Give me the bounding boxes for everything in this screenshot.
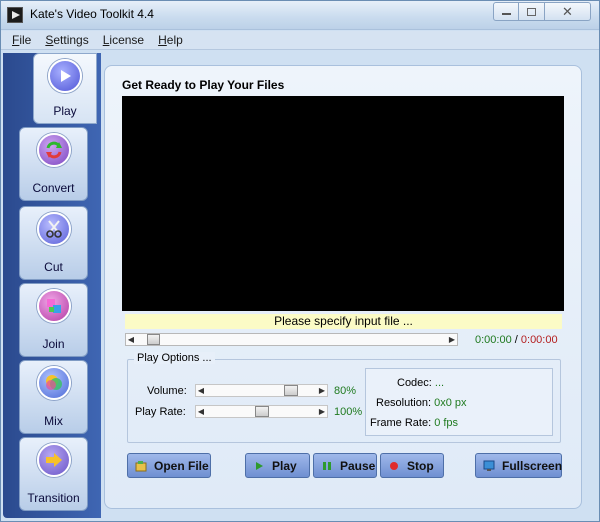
pause-button[interactable]: Pause <box>313 453 377 478</box>
framerate-info: Frame Rate: 0 fps <box>370 417 458 429</box>
time-current: 0:00:00 <box>475 334 512 346</box>
close-button[interactable]: ✕ <box>545 2 591 21</box>
rate-right-arrow-icon[interactable]: ▶ <box>317 406 327 417</box>
sidebar-item-label: Transition <box>27 491 80 505</box>
page-title: Get Ready to Play Your Files <box>122 78 285 92</box>
framerate-label: Frame Rate: <box>370 417 432 429</box>
menu-help-accel: H <box>158 33 167 47</box>
app-film-icon[interactable] <box>7 7 23 23</box>
play-rate-value: 100% <box>334 406 363 418</box>
time-separator: / <box>514 334 518 346</box>
volume-thumb[interactable] <box>284 385 298 396</box>
sidebar-item-cut[interactable]: Cut <box>19 206 88 280</box>
volume-left-arrow-icon[interactable]: ◀ <box>196 385 206 396</box>
volume-slider[interactable]: ◀ ▶ <box>195 384 328 397</box>
sidebar-item-label: Mix <box>44 414 63 428</box>
menu-license[interactable]: License <box>96 31 151 49</box>
stop-button[interactable]: Stop <box>380 453 444 478</box>
stop-button-label: Stop <box>407 458 434 473</box>
play-icon <box>48 59 82 93</box>
sidebar-item-transition[interactable]: Transition <box>19 437 88 511</box>
pause-icon <box>321 460 333 472</box>
join-icon <box>36 289 71 323</box>
codec-value: ... <box>434 377 445 389</box>
play-rate-slider[interactable]: ◀ ▶ <box>195 405 328 418</box>
sidebar-item-convert[interactable]: Convert <box>19 127 88 201</box>
rate-left-arrow-icon[interactable]: ◀ <box>196 406 206 417</box>
resolution-value: 0x0 px <box>434 397 467 409</box>
play-panel: Get Ready to Play Your Files Please spec… <box>104 65 582 509</box>
scissors-icon <box>36 212 71 246</box>
time-readout: 0:00:00 / 0:00:00 <box>475 334 558 346</box>
volume-right-arrow-icon[interactable]: ▶ <box>317 385 327 396</box>
close-icon: ✕ <box>562 3 573 19</box>
stop-icon <box>388 460 400 472</box>
sidebar-item-label: Play <box>53 104 77 118</box>
play-small-icon <box>253 460 265 472</box>
seek-bar[interactable]: ◀ ▶ <box>125 333 458 346</box>
maximize-button[interactable] <box>519 2 545 21</box>
play-button-label: Play <box>272 458 297 473</box>
sidebar-item-join[interactable]: Join <box>19 283 88 357</box>
fullscreen-button-label: Fullscreen <box>502 458 563 473</box>
sidebar-item-label: Join <box>42 337 65 351</box>
menu-help-label: elp <box>166 33 183 47</box>
app-window: Kate's Video Toolkit 4.4 ✕ File Settings… <box>0 0 600 522</box>
volume-value: 80% <box>334 385 357 397</box>
seek-left-arrow-icon[interactable]: ◀ <box>126 334 136 345</box>
window-controls: ✕ <box>493 2 591 21</box>
play-rate-thumb[interactable] <box>255 406 269 417</box>
resolution-label: Resolution: <box>376 397 432 409</box>
video-display[interactable] <box>122 96 564 311</box>
window-title: Kate's Video Toolkit 4.4 <box>30 7 154 21</box>
time-total: 0:00:00 <box>520 334 558 346</box>
mix-icon <box>36 366 71 400</box>
menu-license-label: icense <box>109 33 145 47</box>
menu-settings-label: ettings <box>53 33 89 47</box>
minimize-icon <box>501 13 511 15</box>
menu-bar: File Settings License Help <box>1 31 599 50</box>
menu-help[interactable]: Help <box>151 31 190 49</box>
seek-thumb[interactable] <box>147 334 160 345</box>
convert-icon <box>36 133 71 167</box>
codec-info: Codec: ... <box>397 377 444 389</box>
volume-label: Volume: <box>147 385 187 397</box>
menu-file-label: ile <box>19 33 32 47</box>
minimize-button[interactable] <box>493 2 519 21</box>
sidebar-item-label: Convert <box>32 181 75 195</box>
sidebar-item-mix[interactable]: Mix <box>19 360 88 434</box>
arrow-right-icon <box>36 443 71 477</box>
menu-settings[interactable]: Settings <box>38 31 95 49</box>
play-options-label: Play Options ... <box>134 352 215 364</box>
sidebar-item-label: Cut <box>44 260 63 274</box>
open-file-icon <box>135 460 147 472</box>
play-options-group: Play Options ... Volume: ◀ ▶ 80% Play Ra… <box>127 352 561 443</box>
sidebar-item-play[interactable]: Play <box>33 53 97 124</box>
play-rate-label: Play Rate: <box>135 406 186 418</box>
open-file-label: Open File <box>154 458 209 473</box>
play-button[interactable]: Play <box>245 453 310 478</box>
open-file-button[interactable]: Open File <box>127 453 211 478</box>
resolution-info: Resolution: 0x0 px <box>376 397 467 409</box>
fullscreen-button[interactable]: Fullscreen <box>475 453 562 478</box>
sidebar: Play Convert Cut Join Mix Transition <box>3 53 101 518</box>
codec-label: Codec: <box>397 377 432 389</box>
pause-button-label: Pause <box>340 458 376 473</box>
seek-right-arrow-icon[interactable]: ▶ <box>447 334 457 345</box>
fullscreen-icon <box>483 460 495 472</box>
framerate-value: 0 fps <box>434 417 459 429</box>
maximize-icon <box>527 7 536 16</box>
media-info-box: Codec: ... Resolution: 0x0 px Frame Rate… <box>365 368 553 436</box>
title-bar[interactable]: Kate's Video Toolkit 4.4 ✕ <box>1 1 599 30</box>
menu-file[interactable]: File <box>5 31 38 49</box>
status-message: Please specify input file ... <box>125 314 562 329</box>
